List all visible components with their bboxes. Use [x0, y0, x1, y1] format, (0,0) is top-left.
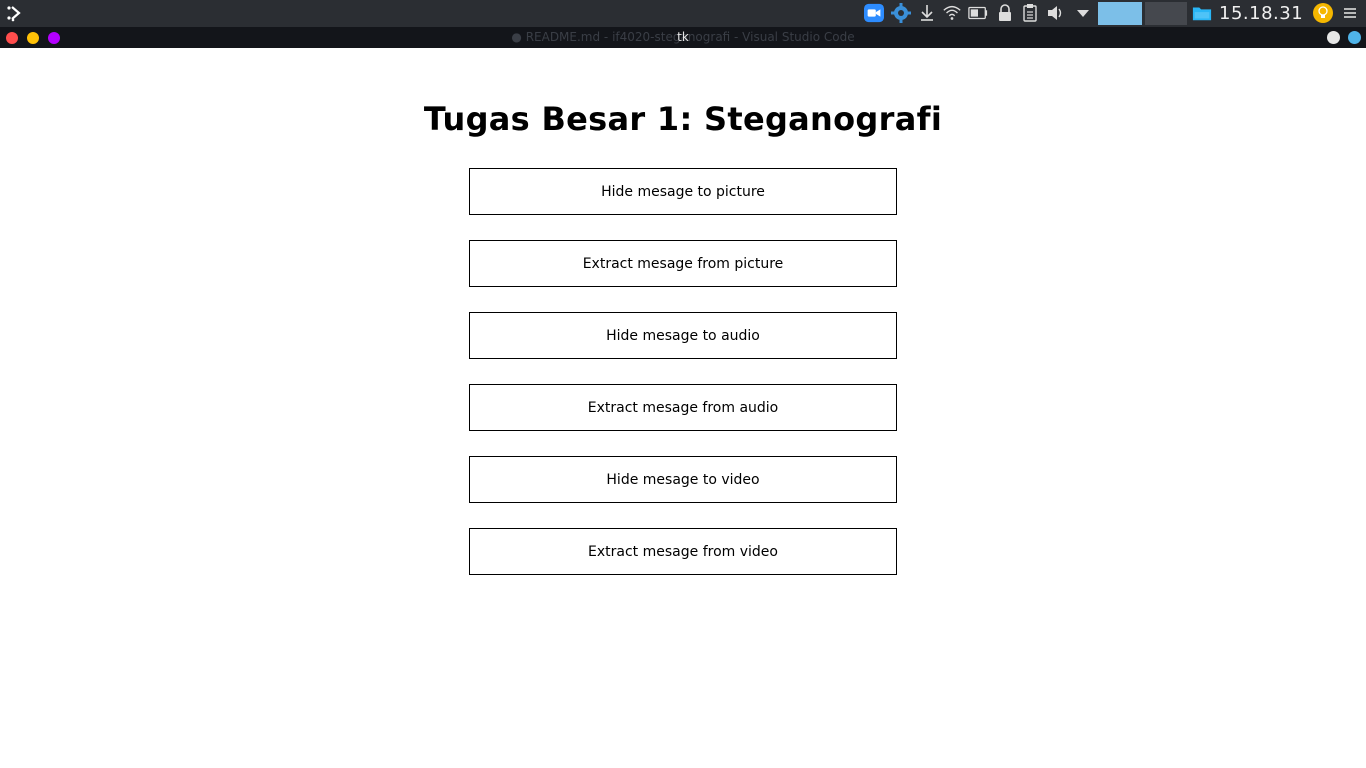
- battery-icon[interactable]: [968, 3, 988, 23]
- system-panel: 15.18.31: [0, 0, 1366, 27]
- extract-message-audio-button[interactable]: Extract mesage from audio: [469, 384, 897, 431]
- app-content: Tugas Besar 1: Steganografi Hide mesage …: [0, 48, 1366, 768]
- wifi-icon[interactable]: [942, 3, 962, 23]
- clock[interactable]: 15.18.31: [1219, 3, 1303, 24]
- extract-message-picture-button[interactable]: Extract mesage from picture: [469, 240, 897, 287]
- workspace-1[interactable]: [1098, 2, 1142, 25]
- lock-icon[interactable]: [995, 3, 1015, 23]
- workspace-2[interactable]: [1145, 2, 1187, 25]
- clipboard-icon[interactable]: [1020, 3, 1040, 23]
- hide-message-video-button[interactable]: Hide mesage to video: [469, 456, 897, 503]
- window-titlebar: ● README.md - if4020-steganografi - Visu…: [0, 27, 1366, 48]
- file-manager-icon[interactable]: [1192, 3, 1212, 23]
- hide-message-picture-button[interactable]: Hide mesage to picture: [469, 168, 897, 215]
- download-icon[interactable]: [917, 3, 937, 23]
- volume-icon[interactable]: [1046, 3, 1066, 23]
- window-title: tk: [677, 30, 689, 44]
- menu-icon[interactable]: [1340, 3, 1360, 23]
- dropdown-arrow-icon[interactable]: [1073, 3, 1093, 23]
- sticky-icon[interactable]: [1348, 31, 1361, 44]
- settings-gear-icon[interactable]: [891, 3, 911, 23]
- extract-message-video-button[interactable]: Extract mesage from video: [469, 528, 897, 575]
- page-title: Tugas Besar 1: Steganografi: [423, 100, 943, 138]
- pin-icon[interactable]: [1327, 31, 1340, 44]
- hide-message-audio-button[interactable]: Hide mesage to audio: [469, 312, 897, 359]
- zoom-video-icon[interactable]: [864, 3, 884, 23]
- notification-bulb-icon[interactable]: [1313, 3, 1333, 23]
- launcher-icon[interactable]: [4, 3, 24, 23]
